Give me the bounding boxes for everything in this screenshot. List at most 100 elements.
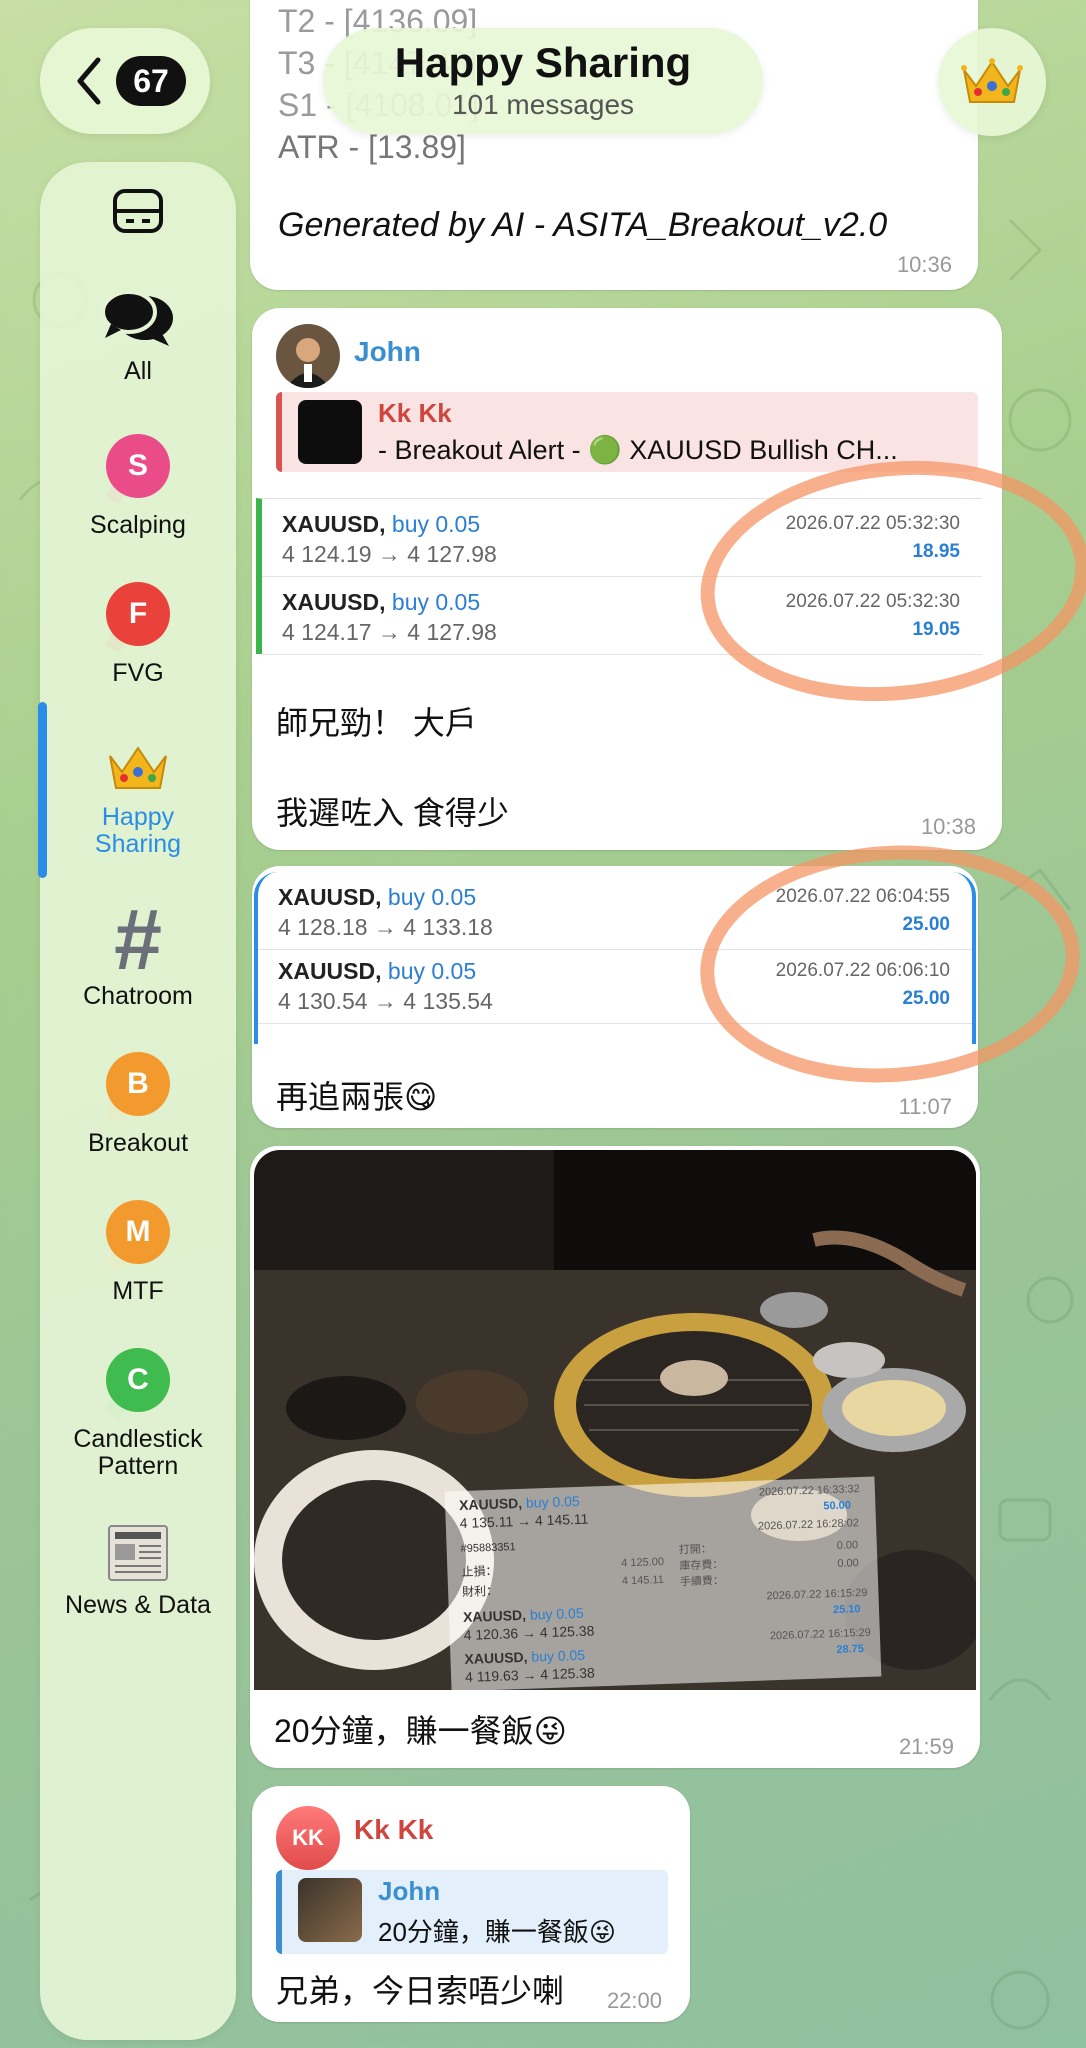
reply-sender: John — [378, 1876, 441, 1906]
sidebar-item-mtf[interactable]: M MTF — [40, 1200, 236, 1305]
message-time: 10:36 — [896, 252, 952, 277]
sidebar-item-label: Happy Sharing — [94, 803, 182, 858]
overlay-row: XAUUSD, buy 0.05 — [459, 1493, 580, 1513]
sender-name[interactable]: Kk Kk — [354, 1814, 433, 1846]
side: buy 0.05 — [525, 1492, 580, 1511]
avatar[interactable]: KK — [276, 1806, 340, 1870]
reply-quote[interactable]: Kk Kk - Breakout Alert - 🟢 XAUUSD Bullis… — [276, 392, 978, 472]
sidebar-item-scalping[interactable]: S Scalping — [40, 434, 236, 539]
side: buy 0.05 — [387, 958, 477, 984]
sidebar-item-fvg[interactable]: F FVG — [40, 582, 236, 687]
message-text: 師兄勁！ 大戶 — [276, 705, 477, 741]
symbol: XAUUSD, — [278, 958, 382, 984]
reply-text: 20分鐘，賺一餐飯😜 — [378, 1917, 617, 1947]
overlay-date: 2026.07.22 16:15:29 — [769, 1626, 871, 1643]
sidebar-item-breakout[interactable]: B Breakout — [40, 1052, 236, 1157]
side: buy 0.05 — [531, 1646, 586, 1665]
sidebar-item-candlestick-pattern[interactable]: C Candlestick Pattern — [40, 1348, 236, 1480]
overlay-label: 手續費： — [679, 1574, 725, 1589]
overlay-date: 2026.07.22 16:15:29 — [766, 1586, 868, 1603]
message-text: 再追兩張😋 — [276, 1079, 438, 1115]
crown-icon — [109, 746, 167, 789]
side: buy 0.05 — [391, 511, 481, 537]
message-time: 10:38 — [920, 814, 976, 839]
chats-icon — [101, 290, 173, 346]
sidebar-item-happy-sharing[interactable]: Happy Sharing — [40, 742, 236, 858]
overlay-date: 2026.07.22 16:33:32 — [758, 1483, 860, 1499]
overlay-profit: 28.75 — [836, 1643, 865, 1656]
overlay-prices: 4 120.36 → 4 125.38 — [463, 1622, 595, 1643]
sidebar-item-label: Breakout — [87, 1129, 189, 1157]
trade-symbol: XAUUSD, buy 0.05 — [278, 884, 476, 911]
chat-avatar-button[interactable] — [938, 28, 1046, 136]
symbol: XAUUSD, — [282, 511, 386, 537]
sidebar-item-label: Chatroom — [83, 982, 193, 1011]
back-button[interactable]: 67 — [40, 28, 210, 134]
message-count: 101 messages — [451, 89, 635, 121]
trade-prices: 4 128.18 → 4 133.18 — [278, 914, 493, 940]
overlay-value: 0.00 — [836, 1539, 859, 1552]
sidebar-item-label: All — [124, 357, 152, 385]
crown-icon — [961, 58, 1023, 103]
message-text: Generated by AI - ASITA_Breakout_v2.0 — [278, 206, 888, 244]
folder-sidebar: All S Scalping F FVG Happy Sharing # Cha… — [38, 162, 236, 2040]
reply-thumbnail — [298, 400, 362, 464]
symbol: XAUUSD, — [458, 1494, 523, 1514]
sidebar-item-label: News & Data — [65, 1591, 211, 1619]
sidebar-item-news-data[interactable]: News & Data — [40, 1524, 236, 1619]
chevron-left-icon — [77, 57, 101, 105]
trade-symbol: XAUUSD, buy 0.05 — [282, 589, 480, 616]
fvg-badge-icon: F — [106, 582, 170, 646]
overlay-label: 庫存費： — [679, 1558, 724, 1573]
overlay-value: 4 145.11 — [621, 1573, 665, 1588]
side: buy 0.05 — [391, 589, 481, 615]
symbol: XAUUSD, — [282, 589, 386, 615]
overlay-label: 打開： — [678, 1543, 713, 1557]
reply-thumbnail — [298, 1878, 362, 1942]
reply-quote[interactable]: John 20分鐘，賺一餐飯😜 — [276, 1870, 668, 1954]
reply-sender: Kk Kk — [378, 398, 452, 428]
sender-name[interactable]: John — [354, 336, 421, 368]
sidebar-item-label: Scalping — [90, 511, 186, 539]
message-time: 21:59 — [898, 1734, 954, 1759]
side: buy 0.05 — [529, 1604, 584, 1623]
trade-overlay: XAUUSD, buy 0.05 4 135.11 → 4 145.11 202… — [444, 1476, 882, 1692]
overlay-row: XAUUSD, buy 0.05 — [463, 1605, 584, 1625]
unread-count-badge: 67 — [116, 56, 186, 106]
overlay-value: 4 125.00 — [621, 1555, 665, 1570]
breakout-badge-icon: B — [106, 1052, 170, 1116]
message-time: 11:07 — [898, 1094, 952, 1119]
message-text: 20分鐘，賺一餐飯😜 — [274, 1713, 567, 1749]
mtf-badge-icon: M — [106, 1200, 170, 1264]
chat-title[interactable]: Happy Sharing 101 messages — [323, 28, 763, 134]
folder-settings-icon — [113, 189, 163, 233]
sidebar-item-label: MTF — [112, 1277, 164, 1305]
page-title: Happy Sharing — [394, 38, 692, 86]
reply-text: - Breakout Alert - 🟢 XAUUSD Bullish CH..… — [378, 435, 898, 465]
message-bubble-kk: KK Kk Kk John 20分鐘，賺一餐飯😜 兄弟，今日索唔少喇 22:00 — [252, 1786, 690, 2022]
overlay-prices: 4 119.63 → 4 125.38 — [464, 1664, 596, 1685]
sidebar-edit-folders[interactable] — [40, 188, 236, 234]
symbol: XAUUSD, — [462, 1606, 527, 1625]
overlay-date: 2026.07.22 16:28:02 — [757, 1517, 860, 1533]
overlay-label: 止損： — [461, 1563, 498, 1580]
scalping-badge-icon: S — [106, 434, 170, 498]
sidebar-item-chatroom[interactable]: # Chatroom — [40, 892, 236, 1011]
overlay-row: XAUUSD, buy 0.05 — [464, 1647, 585, 1667]
side: buy 0.05 — [387, 884, 477, 910]
trade-prices: 4 130.54 → 4 135.54 — [278, 988, 493, 1014]
sidebar-item-label: FVG — [112, 659, 164, 687]
overlay-label: 財利： — [461, 1583, 499, 1600]
message-time: 22:00 — [606, 1988, 662, 2013]
hashtag-icon: # — [114, 892, 162, 988]
trade-symbol: XAUUSD, buy 0.05 — [282, 511, 480, 538]
sidebar-item-all[interactable]: All — [40, 288, 236, 385]
message-text: 我遲咗入 食得少 — [276, 795, 509, 831]
avatar[interactable] — [276, 324, 340, 388]
symbol: XAUUSD, — [278, 884, 382, 910]
newspaper-icon — [108, 1525, 168, 1581]
overlay-profit: 25.10 — [832, 1603, 861, 1617]
candlestick-badge-icon: C — [106, 1348, 170, 1412]
trade-prices: 4 124.19 → 4 127.98 — [282, 541, 497, 567]
sidebar-item-label: Candlestick Pattern — [73, 1425, 203, 1480]
